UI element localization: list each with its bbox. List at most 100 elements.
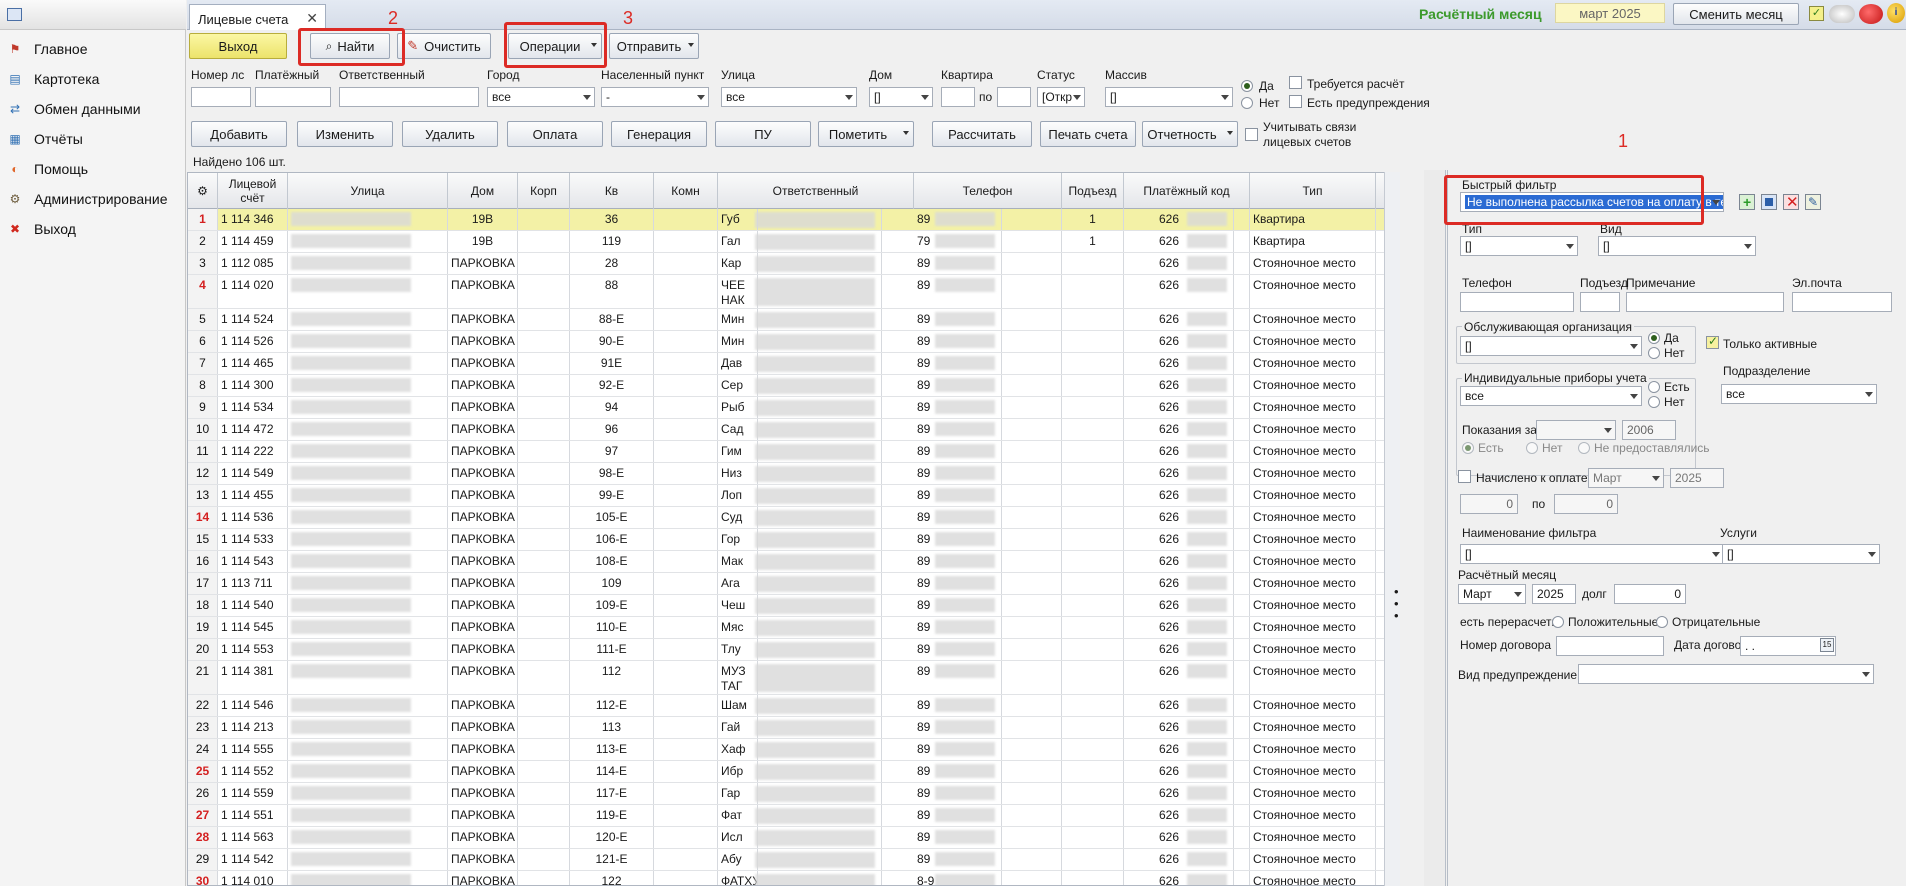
column-header[interactable]: Подъезд [1062,173,1124,209]
table-row[interactable]: 81 114 300 ПАРКОВКА 92-Е Сер 89 626 Стояночное… [188,375,1386,397]
readings-yes-radio[interactable] [1462,442,1474,454]
table-row[interactable]: 15 1 114 533 ПАРКОВКА 106-Е Гор 89 626 Стояночн… [188,529,1386,551]
gear-icon[interactable]: ⚙ [188,173,218,209]
calendar-icon[interactable]: 15 [1820,638,1834,652]
table-row[interactable]: 61 114 526 ПАРКОВКА 90-Е Мин 89 626 Стояночное… [188,331,1386,353]
readings-year-input[interactable]: 2006 [1622,420,1676,440]
readings-no-radio[interactable] [1526,442,1538,454]
table-row[interactable]: 71 114 465 ПАРКОВКА 91Е Дав 89 626 Стояночное … [188,353,1386,375]
meters-select[interactable]: все [1460,386,1642,406]
charged-checkbox[interactable] [1458,470,1471,483]
links-checkbox[interactable] [1245,128,1258,141]
column-header[interactable]: Телефон [914,173,1062,209]
sidebar-item-3[interactable]: ▦ Отчёты [0,126,186,152]
close-icon[interactable]: ✕ [306,10,318,27]
column-header[interactable]: Ответственный [718,173,914,209]
sidebar-item-6[interactable]: ✖ Выход [0,216,186,242]
division-select[interactable]: все [1721,384,1877,404]
column-header[interactable]: Комн [654,173,718,209]
meters-button[interactable]: ПУ [715,121,811,147]
payment-button[interactable]: Оплата [507,121,603,147]
table-row[interactable]: 13 1 114 455 ПАРКОВКА 99-Е Лоп 89 626 Стояночно… [188,485,1386,507]
sidebar-item-2[interactable]: ⇄ Обмен данными [0,96,186,122]
info-icon[interactable]: i [1887,3,1905,23]
table-row[interactable]: 23 1 114 213 ПАРКОВКА 113 Гай 89 626 Стояночное… [188,717,1386,739]
table-row[interactable]: 19 1 114 545 ПАРКОВКА 110-Е Мяс 89 626 Стояночн… [188,617,1386,639]
charged-month-select[interactable]: Март [1588,468,1664,488]
table-row[interactable]: 20 1 114 553 ПАРКОВКА 111-Е Тлу 89 626 Стояночн… [188,639,1386,661]
no-radio[interactable] [1241,97,1253,109]
street-select[interactable]: все [721,87,857,107]
org-select[interactable]: [] [1460,336,1642,356]
check-icon[interactable]: ✓ [1809,6,1824,21]
add-button[interactable]: Добавить [191,121,287,147]
reporting-button[interactable]: Отчетность [1142,121,1238,147]
table-scrollbar[interactable] [1384,172,1400,886]
send-button[interactable]: Отправить [609,33,699,59]
edit-filter-icon[interactable]: ✎ [1805,194,1821,210]
only-active-checkbox[interactable]: ✓ [1706,334,1719,349]
kind-select[interactable]: [] [1598,236,1756,256]
table-row[interactable]: 301 114 010ПАРКОВКА122ФАТХУТДИНОВ АЙРАТ8… [188,871,1386,885]
table-row[interactable]: 91 114 534 ПАРКОВКА 94 Рыб 89 626 Стояночное м… [188,397,1386,419]
table-row[interactable]: 24 1 114 555 ПАРКОВКА 113-Е Хаф 89 626 Стояночн… [188,739,1386,761]
sidebar-item-1[interactable]: ▤ Картотека [0,66,186,92]
email-input[interactable] [1792,292,1892,312]
table-row[interactable]: 11 114 346 19В 36 Губ 89 1 626 Квартира [188,209,1386,231]
table-row[interactable]: 51 114 524 ПАРКОВКА 88-Е Мин 89 626 Стояночное… [188,309,1386,331]
flat-to-input[interactable] [997,87,1031,107]
table-row[interactable]: 26 1 114 559 ПАРКОВКА 117-Е Гар 89 626 Стояночн… [188,783,1386,805]
sidebar-item-0[interactable]: ⚑ Главное [0,36,186,62]
table-row[interactable]: 18 1 114 540 ПАРКОВКА 109-Е Чеш 89 626 Стояночн… [188,595,1386,617]
column-header[interactable]: Дом [448,173,518,209]
charged-from-input[interactable]: 0 [1460,494,1518,514]
table-row[interactable]: 12 1 114 549 ПАРКОВКА 98-Е Низ 89 626 Стояночно… [188,463,1386,485]
stop-icon[interactable] [1859,4,1883,24]
city-select[interactable]: все [487,87,595,107]
debt-input[interactable]: 0 [1614,584,1686,604]
charged-year-input[interactable]: 2025 [1670,468,1724,488]
table-row[interactable]: 21 1 114 381 ПАРКОВКА 112 МУЗ ТАГ 89 626 Стояно… [188,661,1386,695]
locality-select[interactable]: - [601,87,709,107]
table-row[interactable]: 10 1 114 472 ПАРКОВКА 96 Сад 89 626 Стояночное … [188,419,1386,441]
calc-month-select[interactable]: Март [1458,584,1526,604]
charged-to-input[interactable]: 0 [1554,494,1618,514]
house-select[interactable]: [] [869,87,933,107]
sidebar-item-4[interactable]: ◐ Помощь [0,156,186,182]
entrance-input[interactable] [1580,292,1620,312]
clear-button[interactable]: ✎ Очистить [397,33,491,59]
table-row[interactable]: 11 1 114 222 ПАРКОВКА 97 Гим 89 626 Стояночное … [188,441,1386,463]
phone-input[interactable] [1460,292,1574,312]
recalc-positive-radio[interactable] [1552,616,1564,628]
generation-button[interactable]: Генерация [611,121,707,147]
meters-exist-radio[interactable] [1648,381,1660,393]
note-input[interactable] [1626,292,1784,312]
table-row[interactable]: 41 114 020 ПАРКОВКА 88 ЧЕЕ НАК 89 626 Стояночн… [188,275,1386,309]
table-row[interactable]: 29 1 114 542 ПАРКОВКА 121-Е Абу 89 626 Стояночн… [188,849,1386,871]
settings-icon[interactable] [1829,5,1855,23]
table-row[interactable]: 25 1 114 552 ПАРКОВКА 114-Е Ибр 89 626 Стояночн… [188,761,1386,783]
calculate-button[interactable]: Рассчитать [932,121,1032,147]
need-calc-checkbox[interactable] [1289,76,1302,89]
recalc-negative-radio[interactable] [1656,616,1668,628]
column-header[interactable]: Лицевой счёт [218,173,288,209]
sidebar-item-5[interactable]: ⚙ Администрирование [0,186,186,212]
services-select[interactable]: [] [1722,544,1880,564]
org-no-radio[interactable] [1648,347,1660,359]
tab-accounts[interactable]: Лицевые счета ✕ [189,4,326,30]
column-header[interactable]: Платёжный код [1124,173,1250,209]
change-month-button[interactable]: Сменить месяц [1673,3,1799,25]
account-number-input[interactable] [191,87,251,107]
table-row[interactable]: 21 114 459 19В 119 Гал 79 1 626 Квартира [188,231,1386,253]
readings-none-radio[interactable] [1578,442,1590,454]
add-filter-icon[interactable]: + [1739,194,1755,210]
exit-button[interactable]: Выход [189,33,287,59]
print-invoice-button[interactable]: Печать счета [1040,121,1136,147]
column-header[interactable]: Корп [518,173,570,209]
table-row[interactable]: 27 1 114 551 ПАРКОВКА 119-Е Фат 89 626 Стояночн… [188,805,1386,827]
flat-from-input[interactable] [941,87,975,107]
org-yes-radio[interactable] [1648,332,1660,344]
save-icon[interactable] [1761,194,1777,210]
filter-name-select[interactable]: [] [1460,544,1724,564]
contract-number-input[interactable] [1556,636,1664,656]
